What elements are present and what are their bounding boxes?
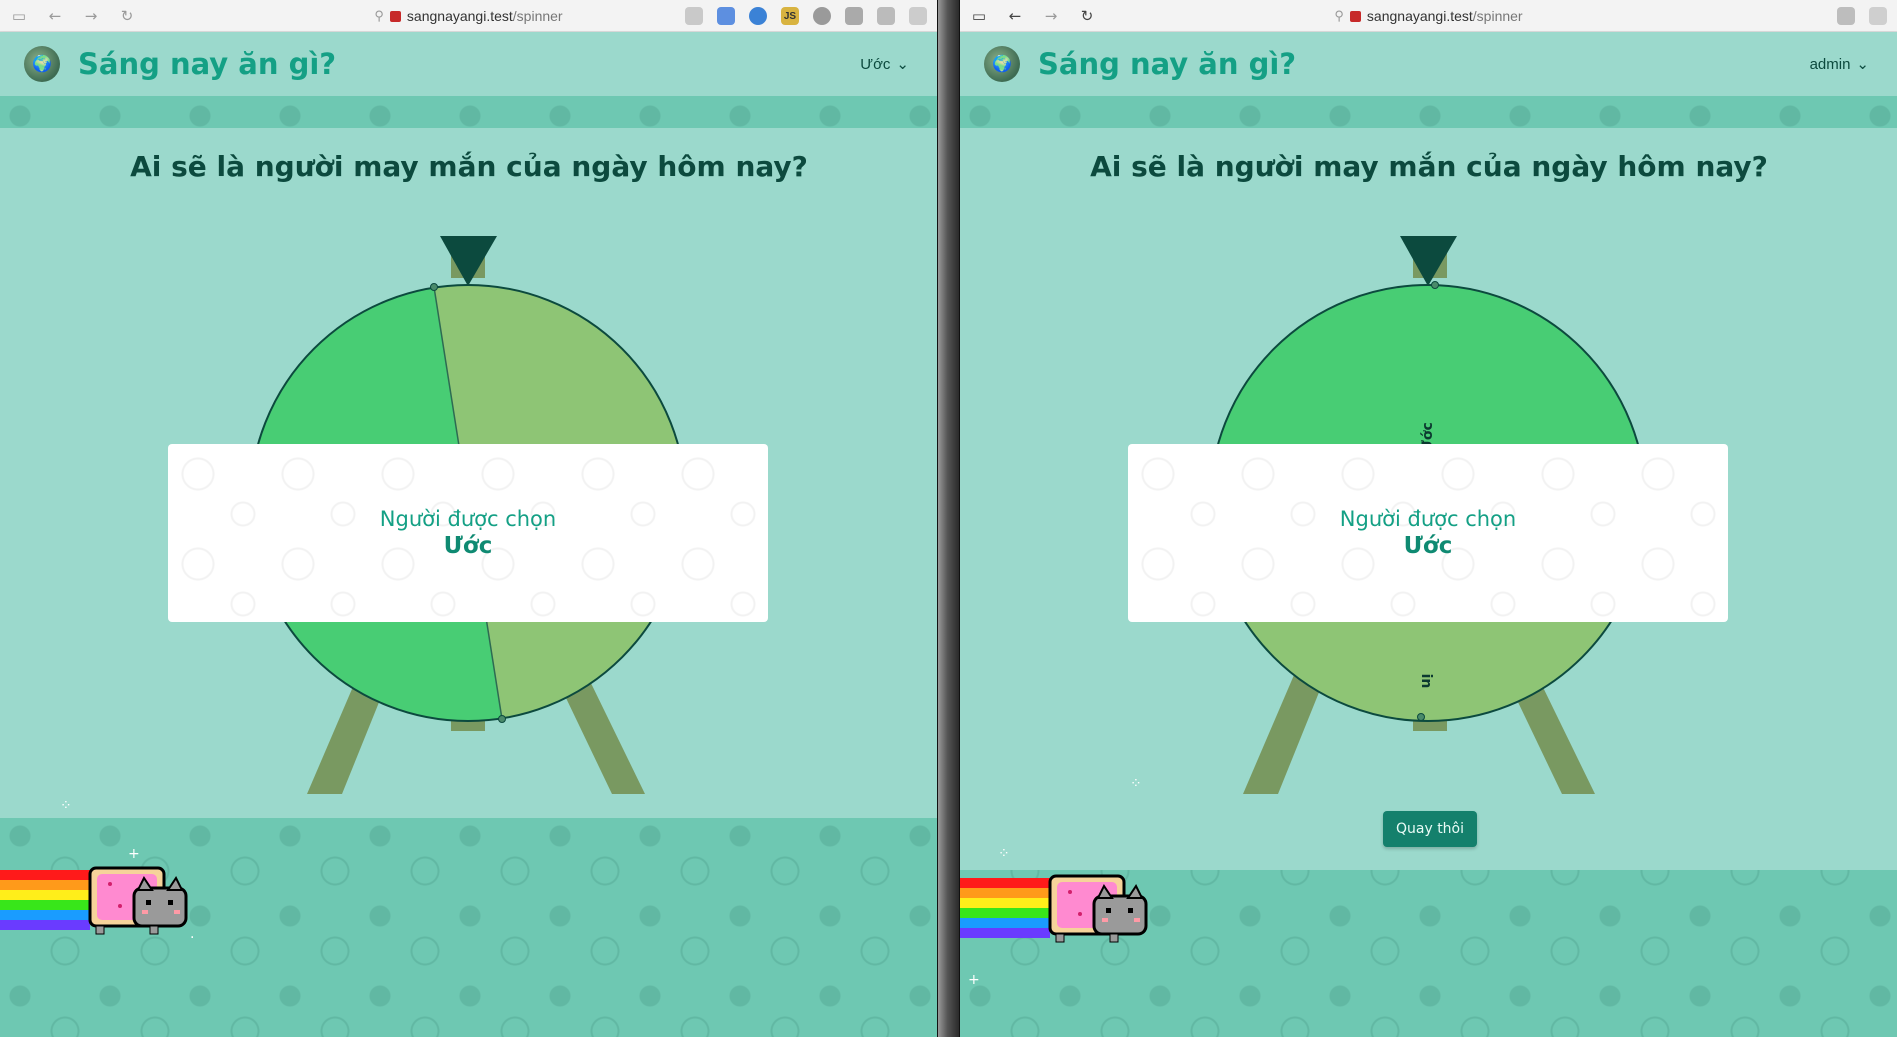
wheel-peg — [1417, 713, 1425, 721]
result-label: Người được chọn — [379, 507, 557, 531]
site-header: 🌍 Sáng nay ăn gì? admin ⌄ — [960, 32, 1897, 96]
sidebar-icon[interactable]: ▭ — [10, 7, 28, 25]
user-menu[interactable]: admin ⌄ — [1809, 55, 1869, 74]
back-icon[interactable]: ← — [46, 7, 64, 25]
result-panel: Người được chọn Ước — [168, 444, 768, 622]
globe-logo-icon[interactable]: 🌍 — [24, 46, 60, 82]
result-name: Ước — [443, 533, 493, 559]
url-path: /spinner — [1472, 8, 1523, 24]
robot-extension-icon[interactable] — [845, 7, 863, 25]
desktop: ▭ ← → ↻ ⚲ sangnayangi.test/spinner JS 🌍 … — [0, 0, 1897, 1037]
forward-icon[interactable]: → — [1042, 7, 1060, 25]
url-host: sangnayangi.test — [1366, 8, 1473, 24]
spinner-card: Ai sẽ là người may mắn của ngày hôm nay? — [0, 128, 937, 818]
pointer-icon — [440, 236, 497, 286]
sparkle-icon: · — [190, 930, 195, 946]
sparkle-icon: ⁘ — [60, 798, 72, 814]
forward-icon[interactable]: → — [82, 7, 100, 25]
user-menu[interactable]: Ước ⌄ — [860, 55, 909, 74]
home-extension-icon[interactable] — [685, 7, 703, 25]
wheel-label: in — [1418, 674, 1434, 689]
sidebar-icon[interactable]: ▭ — [970, 7, 988, 25]
browser-window-right: ▭ ← → ↻ ⚲ sangnayangi.test/spinner 🌍 Sán… — [959, 0, 1897, 1037]
reader-extension-icon[interactable] — [717, 7, 735, 25]
site-icon — [1349, 10, 1361, 22]
user-menu-name: Ước — [860, 55, 891, 73]
settings-extension-icon[interactable] — [749, 7, 767, 25]
user-menu-name: admin — [1809, 55, 1851, 73]
spinner-card: Ai sẽ là người may mắn của ngày hôm nay?… — [960, 128, 1897, 870]
sparkle-icon: ⁘ — [998, 846, 1010, 862]
nyan-cat-icon — [0, 866, 188, 935]
split-view-icon[interactable] — [909, 7, 927, 25]
result-name: Ước — [1403, 533, 1453, 559]
url-path: /spinner — [512, 8, 563, 24]
back-icon[interactable]: ← — [1006, 7, 1024, 25]
site-title[interactable]: Sáng nay ăn gì? — [1038, 47, 1296, 81]
address-bar[interactable]: ⚲ sangnayangi.test/spinner — [1334, 8, 1522, 24]
wheel-stage: Người được chọn Ước — [0, 128, 937, 818]
spin-button[interactable]: Quay thôi — [1383, 811, 1477, 847]
window-divider[interactable] — [938, 0, 959, 1037]
js-extension-icon[interactable]: JS — [781, 7, 799, 25]
stand-leg-left — [1243, 675, 1326, 794]
url-host: sangnayangi.test — [406, 8, 513, 24]
bug-extension-icon[interactable] — [813, 7, 831, 25]
result-panel: Người được chọn Ước — [1128, 444, 1728, 622]
result-label: Người được chọn — [1339, 507, 1517, 531]
site-title[interactable]: Sáng nay ăn gì? — [78, 47, 336, 81]
wheel-peg — [430, 283, 438, 291]
globe-logo-icon[interactable]: 🌍 — [984, 46, 1020, 82]
browser-window-left: ▭ ← → ↻ ⚲ sangnayangi.test/spinner JS 🌍 … — [0, 0, 938, 1037]
notes-extension-icon[interactable] — [877, 7, 895, 25]
site-header: 🌍 Sáng nay ăn gì? Ước ⌄ — [0, 32, 937, 96]
chevron-down-icon: ⌄ — [896, 56, 909, 73]
sparkle-icon: + — [968, 972, 980, 988]
extension-icon[interactable] — [1837, 7, 1855, 25]
sparkle-icon: + — [128, 846, 140, 862]
nyan-cat-icon — [960, 874, 1148, 943]
wheel-peg — [498, 715, 506, 723]
sparkle-icon: ⁘ — [1130, 776, 1142, 792]
wheel-peg — [1431, 281, 1439, 289]
pointer-icon — [1400, 236, 1457, 286]
chevron-down-icon: ⌄ — [1856, 56, 1869, 73]
link-icon: ⚲ — [1334, 8, 1344, 23]
reload-icon[interactable]: ↻ — [118, 7, 136, 25]
wheel-stage: Ước in Người được chọn Ước — [960, 128, 1897, 818]
link-icon: ⚲ — [374, 8, 384, 23]
browser-toolbar: ▭ ← → ↻ ⚲ sangnayangi.test/spinner JS — [0, 0, 937, 32]
browser-toolbar: ▭ ← → ↻ ⚲ sangnayangi.test/spinner — [960, 0, 1897, 32]
site-icon — [389, 10, 401, 22]
split-view-icon[interactable] — [1869, 7, 1887, 25]
address-bar[interactable]: ⚲ sangnayangi.test/spinner — [374, 8, 562, 24]
reload-icon[interactable]: ↻ — [1078, 7, 1096, 25]
